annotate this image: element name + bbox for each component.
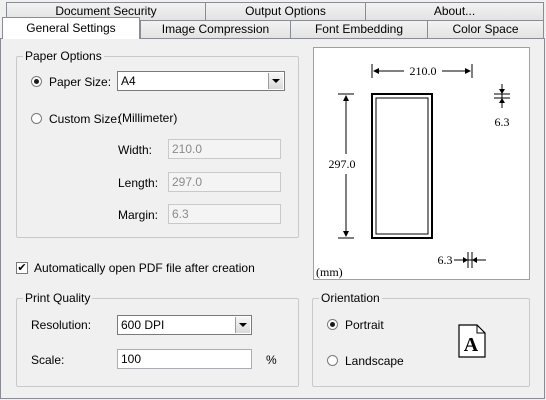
auto-open-checkbox[interactable]: ✔ (16, 262, 28, 274)
tab-output-options[interactable]: Output Options (205, 2, 366, 20)
width-label: Width: (118, 143, 153, 157)
margin-field[interactable]: 6.3 (168, 204, 281, 224)
chevron-down-icon (239, 323, 247, 327)
page-icon-letter: A (464, 334, 479, 356)
tab-color-space[interactable]: Color Space (427, 20, 544, 38)
width-field[interactable]: 210.0 (168, 139, 281, 159)
print-quality-legend: Print Quality (23, 291, 93, 305)
custom-size-unit: (Millimeter) (118, 111, 178, 125)
margin-bottom-dim-label: 6.3 (438, 253, 453, 267)
paper-options-legend: Paper Options (23, 49, 104, 63)
paper-size-select[interactable]: A4 (117, 71, 285, 91)
arrow-left-icon (373, 68, 379, 74)
print-quality-group (16, 298, 299, 387)
length-dim-label: 297.0 (329, 157, 356, 171)
checkmark-icon: ✔ (17, 262, 27, 274)
landscape-label: Landscape (345, 354, 404, 368)
margin-top-dim-label: 6.3 (495, 115, 510, 129)
auto-open-label: Automatically open PDF file after creati… (34, 261, 255, 275)
portrait-radio[interactable] (327, 319, 338, 330)
paper-preview-diagram: 210.0 297.0 6.3 6.3 (mm) (316, 64, 510, 279)
scale-field[interactable]: 100 (117, 349, 252, 369)
tab-image-compression[interactable]: Image Compression (140, 20, 291, 38)
tab-label: Font Embedding (314, 22, 404, 36)
length-label: Length: (118, 176, 159, 190)
paper-size-radio[interactable] (31, 76, 42, 87)
portrait-label: Portrait (345, 318, 384, 332)
custom-size-label: Custom Size: (49, 112, 121, 126)
paper-preview: 210.0 297.0 6.3 6.3 (mm) (313, 47, 530, 280)
resolution-value: 600 DPI (121, 318, 165, 332)
unit-label: (mm) (316, 265, 343, 279)
orientation-legend: Orientation (319, 291, 382, 305)
tab-label: Output Options (245, 4, 326, 18)
orientation-group (312, 298, 530, 387)
radio-selected-dot (330, 322, 335, 327)
arrow-left-icon (472, 257, 477, 263)
tab-label: Color Space (452, 22, 519, 36)
arrow-up-icon (343, 95, 349, 101)
scale-label: Scale: (31, 353, 65, 367)
paper-size-value: A4 (121, 74, 136, 88)
page-icon: A (458, 324, 486, 358)
tab-label: Image Compression (161, 22, 270, 36)
tab-font-embedding[interactable]: Font Embedding (290, 20, 428, 38)
resolution-label: Resolution: (31, 318, 92, 332)
paper-outline (371, 93, 433, 239)
arrow-up-icon (499, 98, 505, 103)
resolution-select[interactable]: 600 DPI (117, 315, 252, 335)
tab-general-settings[interactable]: General Settings (2, 17, 140, 39)
scale-unit: % (266, 353, 277, 367)
portrait-page-icon: A (458, 324, 486, 358)
landscape-radio[interactable] (327, 355, 338, 366)
margin-label: Margin: (118, 208, 159, 222)
custom-size-radio[interactable] (31, 113, 42, 124)
length-field[interactable]: 297.0 (168, 172, 281, 192)
arrow-down-icon (343, 231, 349, 237)
arrow-right-icon (465, 68, 471, 74)
tab-label: Document Security (55, 4, 157, 18)
dropdown-button[interactable] (235, 317, 250, 333)
arrow-down-icon (499, 89, 505, 94)
tab-about[interactable]: About... (365, 2, 544, 20)
dropdown-button[interactable] (268, 73, 283, 89)
chevron-down-icon (272, 79, 280, 83)
tab-label: About... (433, 4, 476, 18)
width-dim-label: 210.0 (410, 64, 437, 78)
arrow-right-icon (463, 257, 468, 263)
radio-selected-dot (34, 79, 39, 84)
paper-size-label: Paper Size: (49, 75, 112, 89)
tab-label: General Settings (26, 21, 116, 35)
